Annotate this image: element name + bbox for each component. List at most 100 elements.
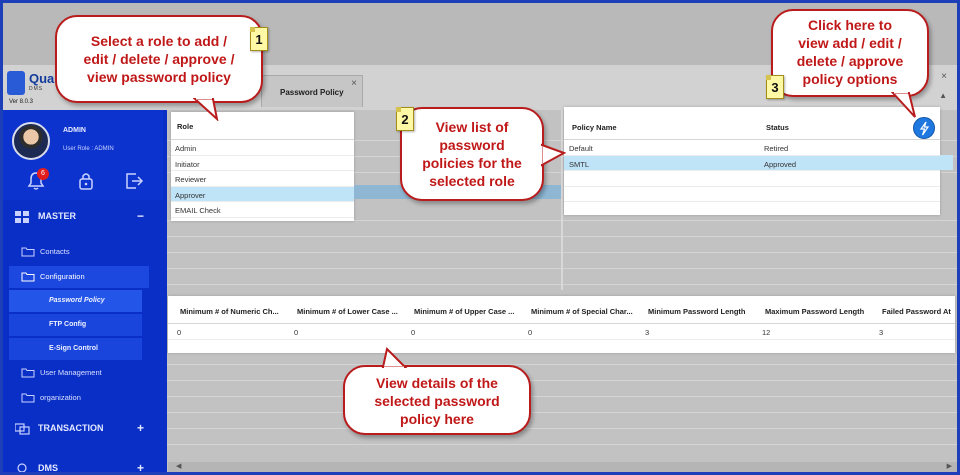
folder-icon [21,247,35,257]
app-name: Qua [29,71,55,86]
menu-dms-label: DMS [38,463,58,473]
horizontal-scrollbar[interactable]: ◀ ▶ [168,462,957,472]
user-profile: ADMIN User Role : ADMIN 6 [3,110,163,200]
callout-line: view password policy [87,69,231,85]
avatar [12,122,50,160]
expand-icon[interactable]: + [137,421,144,435]
app-version: Ver 8.0.3 [9,99,34,105]
menu-master[interactable]: MASTER − [3,208,163,228]
role-item-reviewer[interactable]: Reviewer [171,171,354,187]
sidebar-item-configuration[interactable]: Configuration [9,266,149,288]
callout-line: policy here [400,411,474,427]
role-list: Role Admin Initiator Reviewer Approver E… [171,112,354,221]
transaction-icon [15,423,30,435]
callout-pointer [540,143,566,167]
policy-row-empty [564,187,940,202]
policy-row-default[interactable]: Default Retired [564,140,940,156]
callout-line: Select a role to add / [90,33,228,49]
sidebar-item-ftp-config[interactable]: FTP Config [9,314,142,336]
callout-pointer [193,97,219,121]
user-role: User Role : ADMIN [63,146,114,152]
folder-icon [21,393,35,403]
callout-policy-options: Click here to view add / edit / delete /… [771,9,929,97]
sidebar-item-label: Contacts [40,247,70,256]
callout-pointer [381,347,408,369]
step-number-1: 1 [250,27,268,51]
sidebar-item-label: organization [40,393,81,402]
role-item-admin[interactable]: Admin [171,140,354,156]
collapse-icon[interactable]: − [137,209,144,223]
col-min-special: Minimum # of Special Char... [531,307,633,316]
tab-label: Password Policy [280,88,344,97]
callout-line: policy options [802,71,898,87]
expand-icon[interactable]: + [137,461,144,472]
policy-name-header: Policy Name [572,123,617,132]
folder-open-icon [21,272,35,282]
user-name: ADMIN [63,127,86,134]
col-min-length: Minimum Password Length [648,307,746,316]
sidebar-item-label: Password Policy [49,297,105,304]
lock-icon[interactable] [75,170,97,192]
sidebar-item-password-policy[interactable]: Password Policy [9,290,142,312]
scroll-left-icon[interactable]: ◀ [176,462,181,470]
sidebar-item-label: E-Sign Control [49,345,98,352]
app-subtitle: DMS [29,86,44,92]
sidebar-item-user-management[interactable]: User Management [3,362,163,384]
details-header: Minimum # of Numeric Ch... Minimum # of … [168,296,955,324]
col-failed-attempts: Failed Password At [882,307,951,316]
menu-transaction-label: TRANSACTION [38,423,104,433]
master-icon [15,211,29,223]
callout-line: delete / approve [796,53,904,69]
app-logo-icon [7,71,25,95]
callout-line: View details of the [376,375,498,391]
sidebar: ADMIN User Role : ADMIN 6 MASTER − Conta… [3,110,167,473]
callout-policy-details: View details of the selected password po… [343,365,531,435]
tab-password-policy[interactable]: Password Policy × [261,75,363,107]
sidebar-item-esign-control[interactable]: E-Sign Control [9,338,142,360]
sidebar-item-label: User Management [40,368,102,377]
logout-icon[interactable] [123,170,145,192]
role-item-email-check[interactable]: EMAIL Check [171,202,354,218]
policy-header: Policy Name Status [564,107,940,140]
callout-policy-list: View list of password policies for the s… [400,107,544,201]
step-number-3: 3 [766,75,784,99]
menu-transaction[interactable]: TRANSACTION + [3,420,163,440]
menu-master-label: MASTER [38,211,76,221]
sidebar-item-contacts[interactable]: Contacts [3,241,163,263]
table-row[interactable]: 0 0 0 0 3 12 3 [168,324,955,340]
scroll-right-icon[interactable]: ▶ [947,462,952,470]
policy-details-table: Minimum # of Numeric Ch... Minimum # of … [168,296,955,353]
screenshot-frame: Qua DMS Ver 8.0.3 Password Policy × × ▲ … [0,0,960,475]
policy-row-smtl[interactable]: SMTL Approved [564,155,940,171]
step-number-2: 2 [396,107,414,131]
callout-line: edit / delete / approve / [83,51,235,67]
role-item-initiator[interactable]: Initiator [171,156,354,171]
sidebar-item-organization[interactable]: organization [3,387,163,409]
callout-line: View list of [435,119,509,135]
lightning-icon [919,121,930,136]
window-close-icon[interactable]: × [941,71,947,82]
policy-row-empty [564,171,940,187]
col-min-numeric: Minimum # of Numeric Ch... [180,307,279,316]
sidebar-item-label: FTP Config [49,321,87,328]
policy-status-header: Status [766,123,789,132]
tab-close-icon[interactable]: × [351,78,357,89]
menu-dms[interactable]: DMS + [3,460,163,473]
callout-line: view add / edit / [798,35,902,51]
callout-select-role: Select a role to add / edit / delete / a… [55,15,263,103]
callout-line: Click here to [807,17,893,33]
selected-row-highlight [940,155,953,170]
callout-line: selected role [429,173,515,189]
callout-pointer [891,91,916,118]
policy-list: Policy Name Status Default Retired SMTL … [564,107,940,215]
dms-icon [17,463,27,472]
window-collapse-icon[interactable]: ▲ [939,91,947,100]
callout-line: password [439,137,505,153]
callout-line: selected password [374,393,500,409]
callout-line: policies for the [422,155,522,171]
role-item-approver[interactable]: Approver [171,186,354,202]
col-min-lower: Minimum # of Lower Case ... [297,307,398,316]
notification-badge: 6 [37,168,49,180]
folder-icon [21,368,35,378]
col-max-length: Maximum Password Length [765,307,865,316]
